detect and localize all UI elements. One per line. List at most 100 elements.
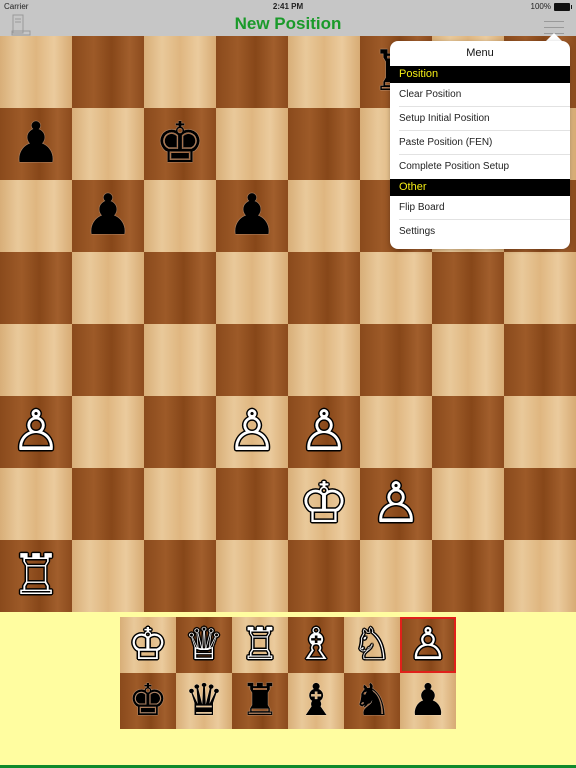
- white-king-icon: ♔: [128, 619, 168, 670]
- square-c6[interactable]: [144, 180, 216, 252]
- square-h4[interactable]: [504, 324, 576, 396]
- white-pawn-icon[interactable]: ♙: [11, 404, 61, 460]
- square-c5[interactable]: [144, 252, 216, 324]
- white-pawn-icon[interactable]: ♙: [299, 404, 349, 460]
- white-rook-icon: ♖: [240, 619, 280, 670]
- white-queen-icon: ♕: [184, 619, 224, 670]
- square-e3[interactable]: ♙: [288, 396, 360, 468]
- square-d5[interactable]: [216, 252, 288, 324]
- square-b7[interactable]: [72, 108, 144, 180]
- square-e5[interactable]: [288, 252, 360, 324]
- black-king-icon[interactable]: ♚: [155, 116, 205, 172]
- palette-black-queen[interactable]: ♛: [176, 673, 232, 729]
- square-f4[interactable]: [360, 324, 432, 396]
- square-g5[interactable]: [432, 252, 504, 324]
- square-e8[interactable]: [288, 36, 360, 108]
- white-knight-icon: ♘: [352, 619, 392, 670]
- square-a2[interactable]: [0, 468, 72, 540]
- square-e2[interactable]: ♔: [288, 468, 360, 540]
- square-d2[interactable]: [216, 468, 288, 540]
- black-pawn-icon: ♟: [408, 675, 448, 726]
- square-c2[interactable]: [144, 468, 216, 540]
- square-b6[interactable]: ♟: [72, 180, 144, 252]
- battery-icon: [554, 2, 572, 11]
- square-d7[interactable]: [216, 108, 288, 180]
- square-g1[interactable]: [432, 540, 504, 612]
- square-d3[interactable]: ♙: [216, 396, 288, 468]
- square-e1[interactable]: [288, 540, 360, 612]
- square-c3[interactable]: [144, 396, 216, 468]
- square-e7[interactable]: [288, 108, 360, 180]
- square-a6[interactable]: [0, 180, 72, 252]
- square-b3[interactable]: [72, 396, 144, 468]
- black-pawn-icon[interactable]: ♟: [227, 188, 277, 244]
- square-e6[interactable]: [288, 180, 360, 252]
- piece-palette: ♔ ♕ ♖ ♗ ♘ ♙ ♚ ♛ ♜ ♝ ♞ ♟: [120, 617, 456, 729]
- menu-item-clear-position[interactable]: Clear Position: [390, 83, 570, 107]
- square-a5[interactable]: [0, 252, 72, 324]
- square-f1[interactable]: [360, 540, 432, 612]
- square-h2[interactable]: [504, 468, 576, 540]
- square-h3[interactable]: [504, 396, 576, 468]
- black-pawn-icon[interactable]: ♟: [83, 188, 133, 244]
- menu-item-complete-position-setup[interactable]: Complete Position Setup: [390, 155, 570, 179]
- square-a1[interactable]: ♖: [0, 540, 72, 612]
- square-d8[interactable]: [216, 36, 288, 108]
- square-b4[interactable]: [72, 324, 144, 396]
- square-h5[interactable]: [504, 252, 576, 324]
- palette-black-bishop[interactable]: ♝: [288, 673, 344, 729]
- square-g4[interactable]: [432, 324, 504, 396]
- menu-item-settings[interactable]: Settings: [390, 220, 570, 244]
- white-pawn-icon[interactable]: ♙: [371, 476, 421, 532]
- palette-black-pawn[interactable]: ♟: [400, 673, 456, 729]
- clock: 2:41 PM: [272, 2, 304, 11]
- black-king-icon: ♚: [128, 675, 168, 726]
- square-d1[interactable]: [216, 540, 288, 612]
- square-a7[interactable]: ♟: [0, 108, 72, 180]
- white-bishop-icon: ♗: [296, 619, 336, 670]
- white-king-icon[interactable]: ♔: [299, 476, 349, 532]
- menu-item-paste-position-fen[interactable]: Paste Position (FEN): [390, 131, 570, 155]
- square-f3[interactable]: [360, 396, 432, 468]
- square-a8[interactable]: [0, 36, 72, 108]
- white-pawn-icon: ♙: [408, 619, 448, 670]
- palette-white-pawn[interactable]: ♙: [400, 617, 456, 673]
- popover-arrow: [546, 33, 562, 41]
- square-b8[interactable]: [72, 36, 144, 108]
- square-b2[interactable]: [72, 468, 144, 540]
- navigation-bar: New Position: [0, 14, 576, 36]
- palette-black-king[interactable]: ♚: [120, 673, 176, 729]
- square-c1[interactable]: [144, 540, 216, 612]
- palette-black-knight[interactable]: ♞: [344, 673, 400, 729]
- menu-item-setup-initial-position[interactable]: Setup Initial Position: [390, 107, 570, 131]
- square-b1[interactable]: [72, 540, 144, 612]
- palette-white-queen[interactable]: ♕: [176, 617, 232, 673]
- black-queen-icon: ♛: [184, 675, 224, 726]
- black-rook-icon: ♜: [240, 675, 280, 726]
- square-g2[interactable]: [432, 468, 504, 540]
- square-g3[interactable]: [432, 396, 504, 468]
- palette-black-rook[interactable]: ♜: [232, 673, 288, 729]
- menu-item-flip-board[interactable]: Flip Board: [390, 196, 570, 220]
- square-a4[interactable]: [0, 324, 72, 396]
- white-rook-icon[interactable]: ♖: [11, 548, 61, 604]
- square-h1[interactable]: [504, 540, 576, 612]
- menu-section-other: Other: [390, 179, 570, 196]
- square-f5[interactable]: [360, 252, 432, 324]
- square-e4[interactable]: [288, 324, 360, 396]
- square-c8[interactable]: [144, 36, 216, 108]
- palette-white-king[interactable]: ♔: [120, 617, 176, 673]
- square-d4[interactable]: [216, 324, 288, 396]
- black-pawn-icon[interactable]: ♟: [11, 116, 61, 172]
- square-c7[interactable]: ♚: [144, 108, 216, 180]
- square-a3[interactable]: ♙: [0, 396, 72, 468]
- square-d6[interactable]: ♟: [216, 180, 288, 252]
- square-b5[interactable]: [72, 252, 144, 324]
- palette-white-knight[interactable]: ♘: [344, 617, 400, 673]
- battery-indicator: 100%: [531, 2, 572, 11]
- palette-white-bishop[interactable]: ♗: [288, 617, 344, 673]
- square-f2[interactable]: ♙: [360, 468, 432, 540]
- white-pawn-icon[interactable]: ♙: [227, 404, 277, 460]
- palette-white-rook[interactable]: ♖: [232, 617, 288, 673]
- square-c4[interactable]: [144, 324, 216, 396]
